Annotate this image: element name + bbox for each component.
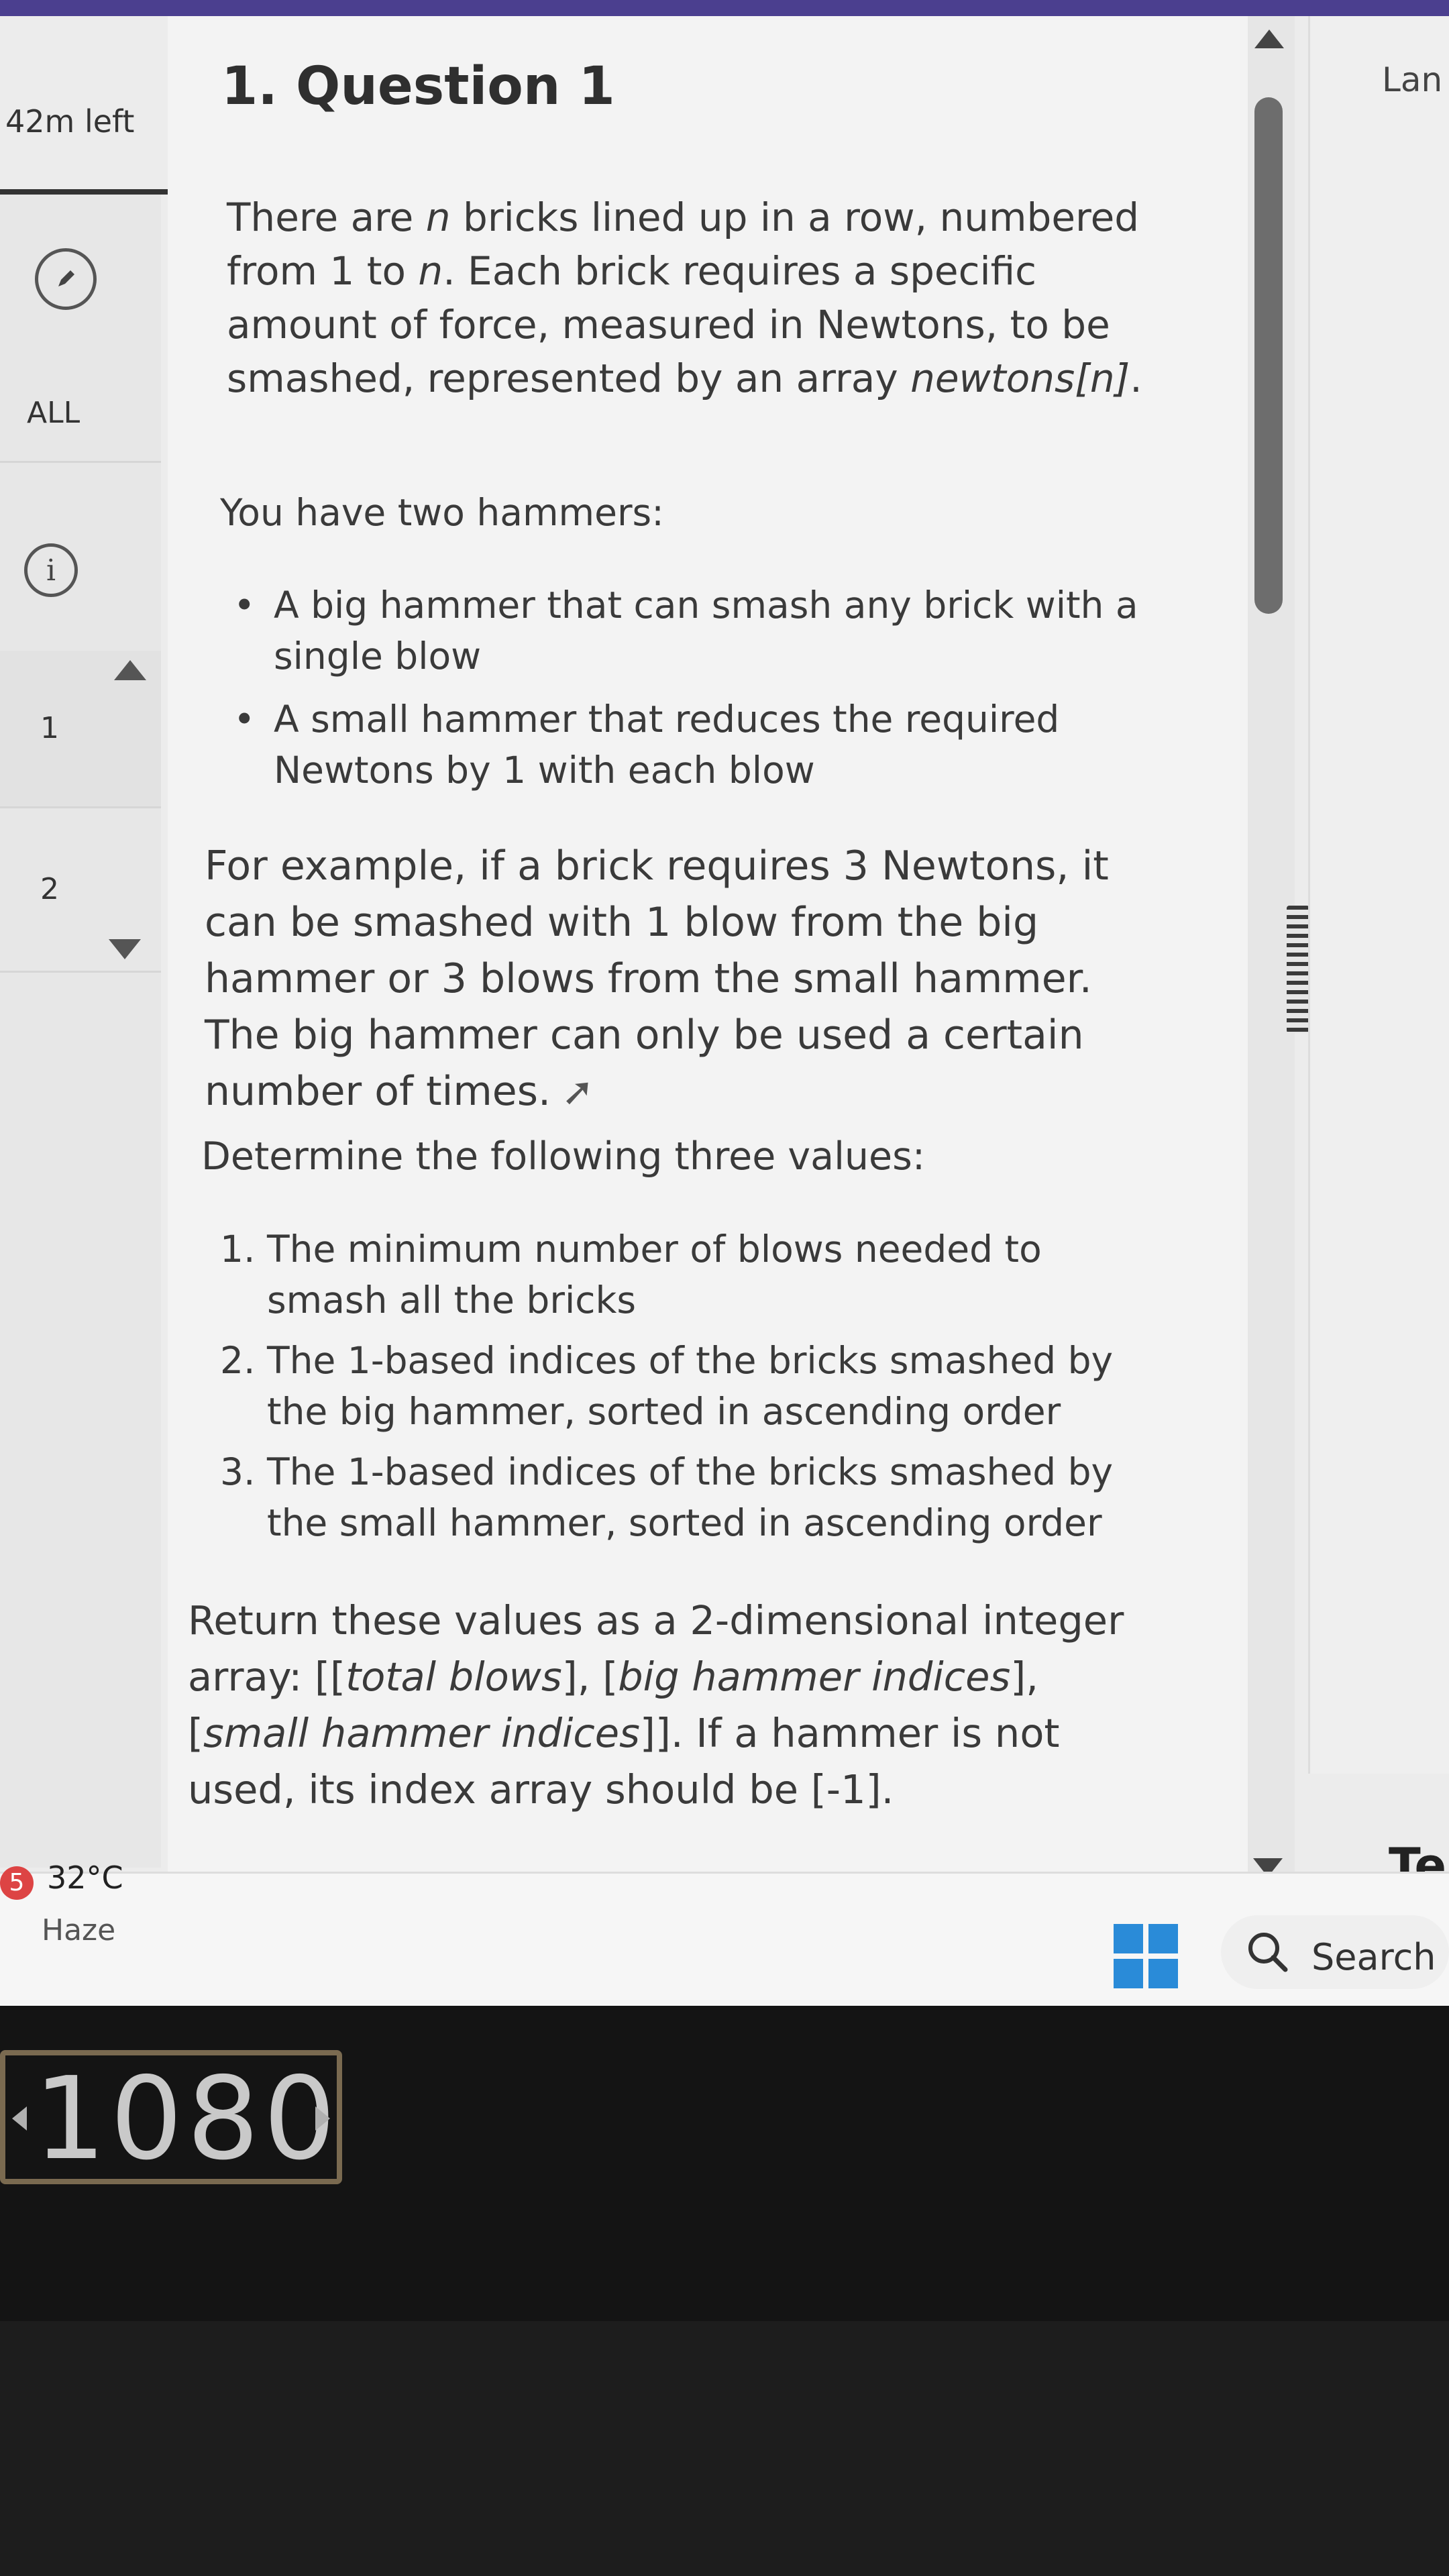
hammers-list: A big hammer that can smash any brick wi… (220, 580, 1173, 808)
cursor-icon: ➚ (561, 1069, 594, 1114)
info-icon[interactable]: i (24, 543, 78, 597)
intro-text: . (1130, 356, 1142, 401)
scrollbar-up-arrow-icon[interactable] (1254, 30, 1284, 48)
intro-var-n: n (425, 195, 451, 240)
list-item: 2. The 1-based indices of the bricks smas… (220, 1335, 1173, 1437)
sidebar-item-1-label: 1 (40, 711, 59, 745)
weather-condition[interactable]: Haze (42, 1913, 115, 1947)
right-panel (1308, 16, 1449, 1774)
intro-var-n: n (418, 248, 443, 294)
hammers-intro: You have two hammers: (220, 491, 664, 534)
list-item-number: 1. (220, 1228, 256, 1271)
return-text: ], [ (561, 1654, 619, 1700)
logo-tile (1114, 1959, 1143, 1988)
list-item: A small hammer that reduces the required… (220, 694, 1173, 796)
edit-circle-icon[interactable] (35, 248, 97, 310)
question-title: 1. Question 1 (221, 56, 615, 117)
list-item: 3. The 1-based indices of the bricks smas… (220, 1446, 1173, 1548)
panel-resize-handle[interactable] (1287, 906, 1309, 1033)
monitor-osd-value: 1080 (34, 2053, 340, 2186)
top-accent-bar (0, 0, 1449, 16)
intro-var-array: newtons[n] (910, 356, 1130, 401)
intro-text: There are (227, 195, 426, 240)
logo-tile (1148, 1959, 1178, 1988)
osd-left-arrow-icon (12, 2106, 27, 2131)
return-paragraph: Return these values as a 2-dimensional i… (188, 1593, 1154, 1818)
list-item-number: 2. (220, 1339, 256, 1382)
logo-tile (1114, 1924, 1143, 1953)
timer-panel: 42m left (0, 16, 168, 195)
determine-heading: Determine the following three values: (201, 1134, 926, 1179)
logo-tile (1148, 1924, 1178, 1953)
example-text: For example, if a brick requires 3 Newto… (205, 843, 1109, 1115)
return-term: small hammer indices (203, 1710, 640, 1756)
list-item: A big hammer that can smash any brick wi… (220, 580, 1173, 682)
monitor-stand-area (0, 2321, 1449, 2576)
right-panel-top-label[interactable]: Lan (1382, 60, 1442, 99)
notification-badge[interactable]: 5 (0, 1866, 34, 1900)
scroll-up-icon[interactable] (114, 660, 146, 680)
list-item-number: 3. (220, 1450, 256, 1493)
info-glyph: i (46, 553, 56, 588)
return-term: big hammer indices (618, 1654, 1011, 1700)
scroll-down-icon[interactable] (109, 939, 141, 959)
search-label: Search (1311, 1936, 1436, 1978)
list-item: 1. The minimum number of blows needed to … (220, 1224, 1173, 1326)
sidebar-item-all-label: ALL (27, 396, 80, 430)
scrollbar-thumb[interactable] (1254, 97, 1283, 614)
weather-temperature[interactable]: 32°C (47, 1860, 123, 1896)
list-item-text: The 1-based indices of the bricks smashe… (267, 1450, 1114, 1544)
pencil-glyph (58, 270, 74, 286)
question-intro: There are n bricks lined up in a row, nu… (227, 191, 1193, 405)
example-paragraph: For example, if a brick requires 3 Newto… (205, 838, 1171, 1120)
timer-label: 42m left (5, 103, 135, 140)
return-term: total blows (345, 1654, 562, 1700)
osd-right-arrow-icon (315, 2106, 330, 2131)
search-icon (1248, 1933, 1288, 1972)
values-list: 1. The minimum number of blows needed to … (220, 1224, 1173, 1558)
windows-logo-icon[interactable] (1114, 1924, 1178, 1988)
sidebar-item-2-label: 2 (40, 872, 59, 906)
question-panel: 1. Question 1 There are n bricks lined u… (168, 16, 1248, 1874)
list-item-text: The 1-based indices of the bricks smashe… (267, 1339, 1114, 1433)
sidebar-item-all[interactable]: ALL (0, 362, 161, 463)
list-item-text: The minimum number of blows needed to sm… (267, 1228, 1042, 1322)
screen: 42m left ALL i 1 2 1. Question 1 There a… (0, 0, 1449, 2006)
